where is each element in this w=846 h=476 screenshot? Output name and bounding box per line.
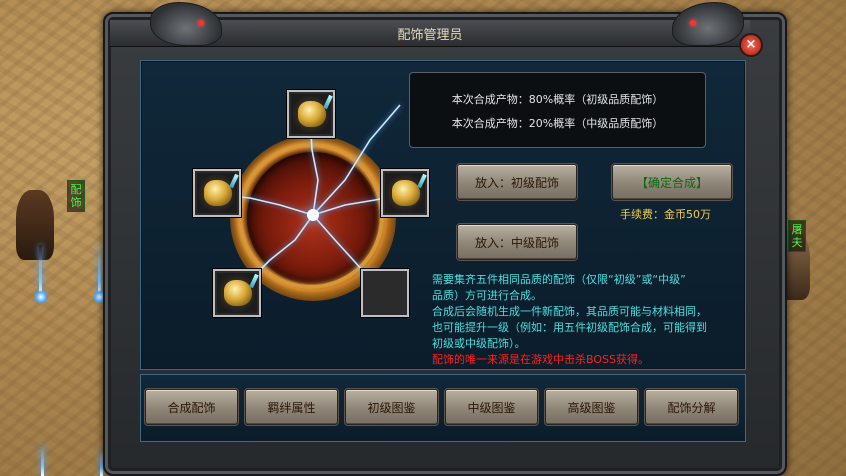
description-line: 需要集齐五件相同品质的配饰（仅限“初级”或“中级”: [432, 273, 686, 286]
synthesis-probability-box: 本次合成产物：80%概率（初级品质配饰） 本次合成产物：20%概率（中级品质配饰…: [409, 72, 706, 148]
synthesis-fee: 手续费：金币50万: [620, 208, 711, 221]
probability-line-middle: 本次合成产物：20%概率（中级品质配饰）: [451, 117, 664, 130]
description-line: 也可能提升一级（例如：用五件初级配饰合成，可能得到: [432, 321, 707, 334]
light-beam: [41, 445, 44, 476]
synthesis-altar-rim: [238, 143, 384, 289]
put-middle-accessory-button[interactable]: 放入：中级配饰: [457, 224, 577, 260]
material-slot-right[interactable]: [380, 168, 430, 218]
tab-primary-codex[interactable]: 初级图鉴: [345, 389, 438, 425]
description-line: 品质）方可进行合成。: [432, 289, 542, 302]
npc-accessory-keeper[interactable]: [10, 180, 60, 260]
accessory-item-icon: [392, 180, 420, 206]
npc-figure: [16, 190, 54, 260]
accessory-item-icon: [224, 280, 252, 306]
material-slot-bottom-right[interactable]: [360, 268, 410, 318]
put-primary-accessory-button[interactable]: 放入：初级配饰: [457, 164, 577, 200]
tab-bond-attributes[interactable]: 羁绊属性: [245, 389, 338, 425]
description-line: 合成后会随机生成一件新配饰，其品质可能与材料相同，: [432, 305, 707, 318]
confirm-synthesis-button[interactable]: 【确定合成】: [612, 164, 732, 200]
dragon-eye-icon: [690, 20, 696, 26]
material-slot-top[interactable]: [286, 89, 336, 139]
tab-middle-codex[interactable]: 中级图鉴: [445, 389, 538, 425]
tab-decompose-accessory[interactable]: 配饰分解: [645, 389, 738, 425]
tab-synthesize-accessory[interactable]: 合成配饰: [145, 389, 238, 425]
description-line: 初级或中级配饰）。: [432, 337, 526, 350]
synthesis-description: 需要集齐五件相同品质的配饰（仅限“初级”或“中级” 品质）方可进行合成。 合成后…: [432, 272, 732, 368]
material-slot-bottom-left[interactable]: [212, 268, 262, 318]
dragon-eye-icon: [198, 20, 204, 26]
probability-line-primary: 本次合成产物：80%概率（初级品质配饰）: [451, 93, 664, 106]
light-glow: [34, 290, 48, 304]
description-warning-line: 配饰的唯一来源是在游戏中击杀BOSS获得。: [432, 353, 649, 366]
accessory-item-icon: [204, 180, 232, 206]
accessory-item-icon: [298, 101, 326, 127]
tab-advanced-codex[interactable]: 高级图鉴: [545, 389, 638, 425]
close-button[interactable]: ×: [739, 33, 763, 57]
npc-name-tag: 屠夫: [788, 220, 806, 252]
material-slot-left[interactable]: [192, 168, 242, 218]
npc-name-tag: 配饰: [67, 180, 85, 212]
